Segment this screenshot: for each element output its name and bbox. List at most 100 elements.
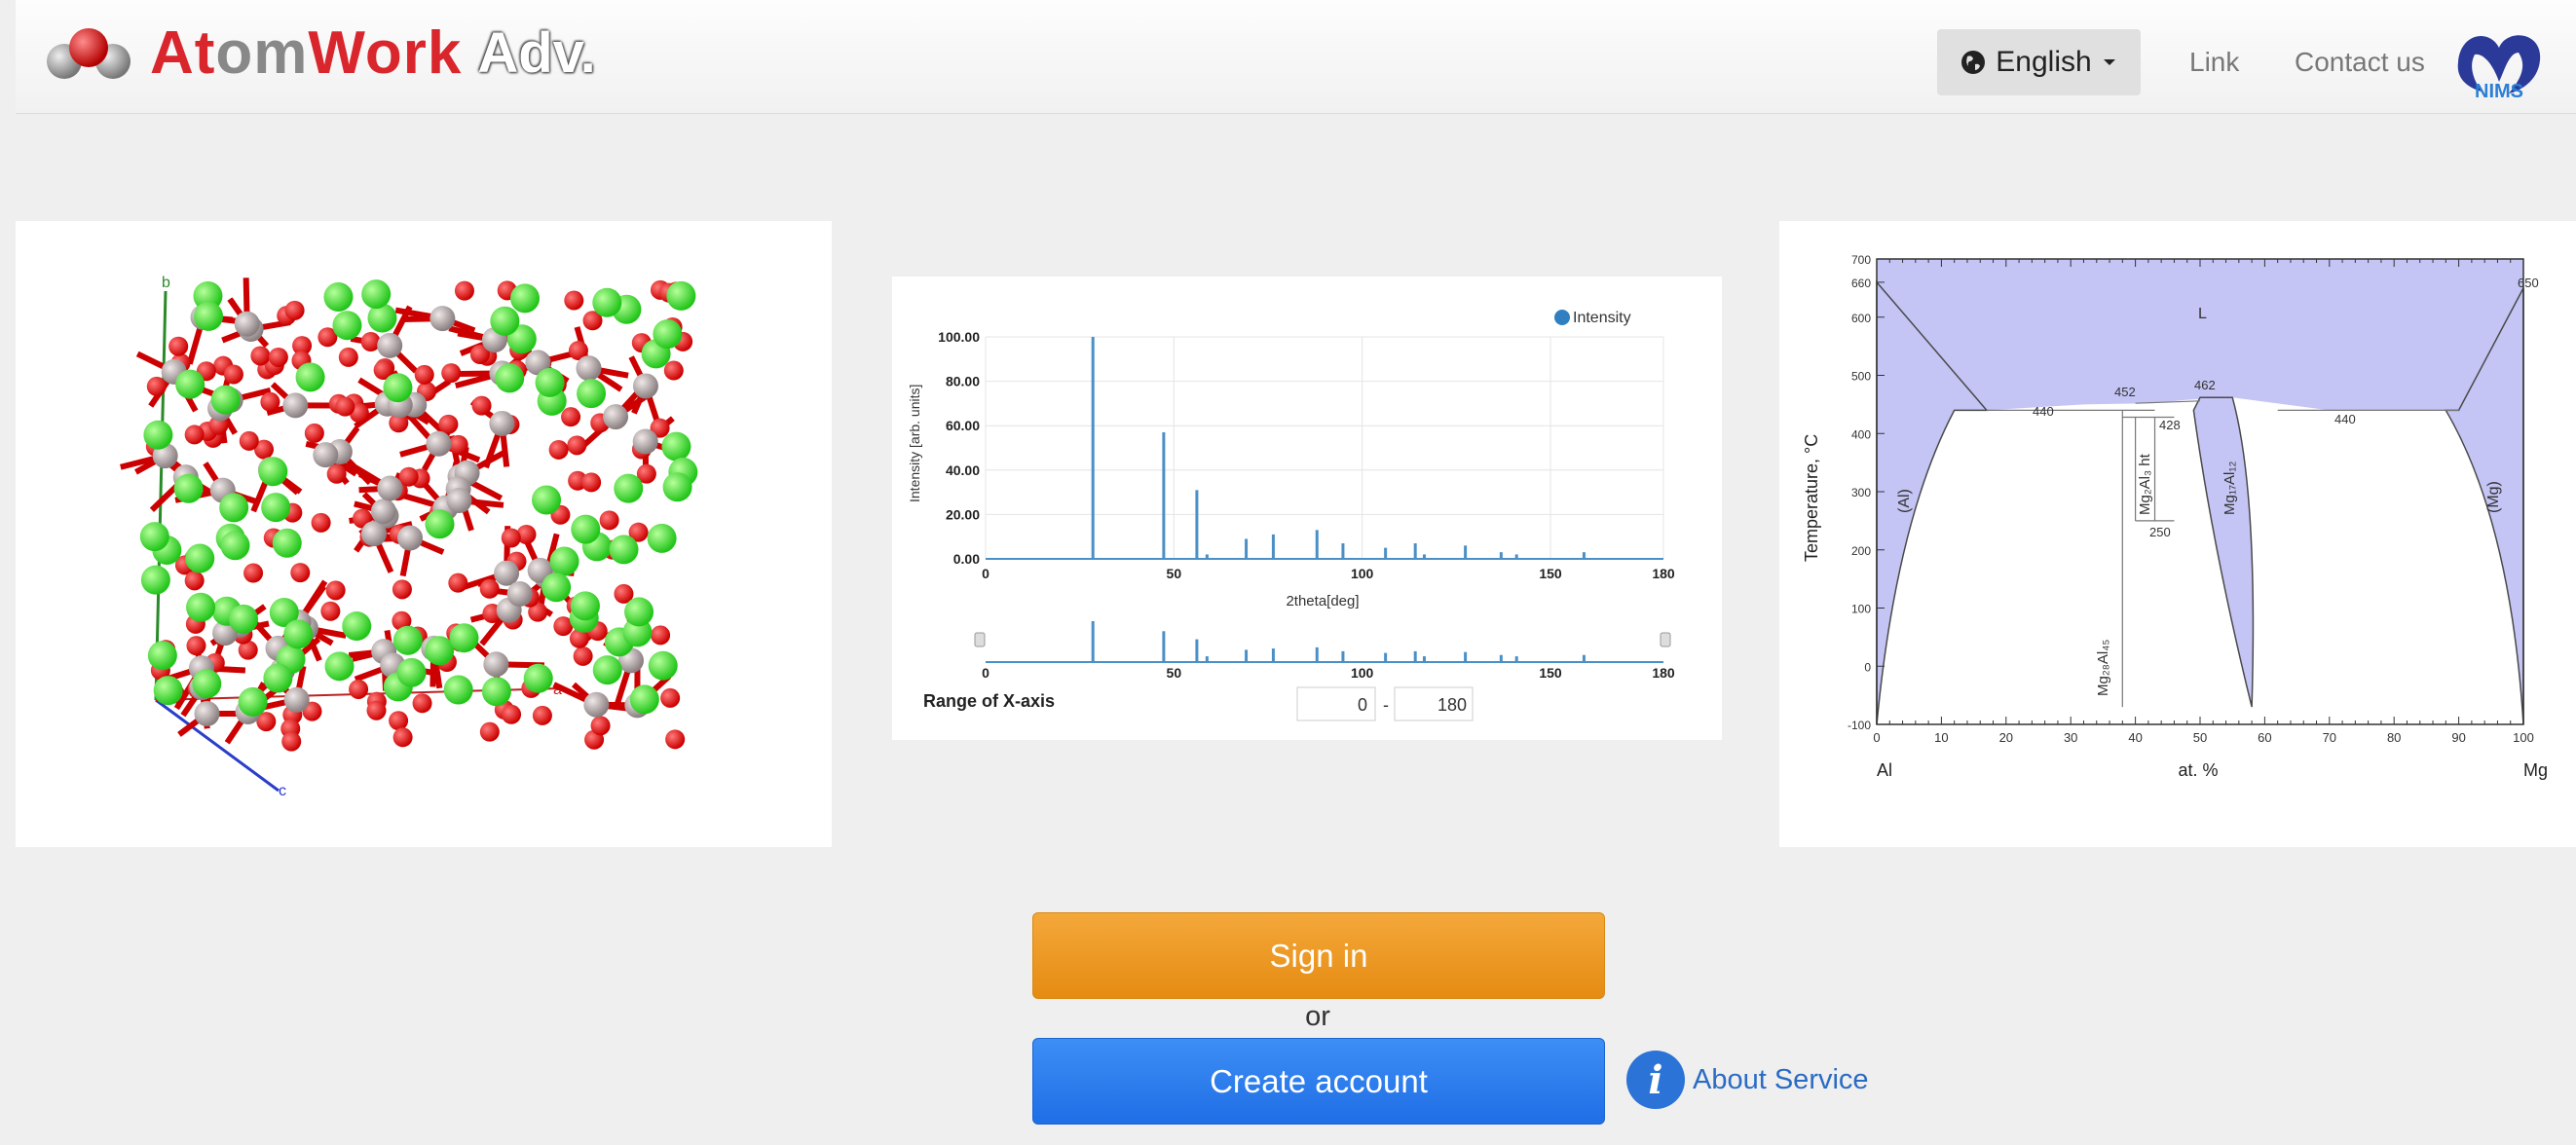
oxygen-atom xyxy=(479,578,500,599)
calcium-atom xyxy=(481,677,511,707)
silicon-atom xyxy=(632,428,658,455)
phase-xtick: 20 xyxy=(1999,730,2013,745)
oxygen-atom xyxy=(146,376,167,396)
phase-xtick: 60 xyxy=(2258,730,2271,745)
calcium-atom xyxy=(443,675,473,705)
silicon-atom xyxy=(489,410,515,436)
nav-link[interactable]: Link xyxy=(2189,47,2239,78)
calcium-atom xyxy=(258,457,288,487)
calcium-atom xyxy=(185,543,215,573)
about-service-link[interactable]: i About Service xyxy=(1626,1051,1869,1109)
silicon-atom xyxy=(377,475,403,501)
oxygen-atom xyxy=(501,528,521,548)
silicon-atom xyxy=(494,560,520,586)
silicon-atom xyxy=(429,306,456,332)
info-icon: i xyxy=(1626,1051,1685,1109)
about-service-label: About Service xyxy=(1693,1063,1869,1095)
calcium-atom xyxy=(609,535,639,565)
oxygen-atom xyxy=(590,716,611,736)
range-handle-right[interactable] xyxy=(1660,632,1671,647)
calcium-atom xyxy=(283,619,314,649)
calcium-atom xyxy=(295,362,325,392)
oxygen-atom xyxy=(366,700,387,720)
oxygen-atom xyxy=(548,439,569,460)
label-mg28al45: Mg₂₈Al₄₅ xyxy=(2095,640,2111,696)
silicon-atom xyxy=(361,521,388,547)
oxygen-atom xyxy=(599,510,619,531)
or-separator: or xyxy=(1305,1001,1330,1032)
nims-logo[interactable]: NIMS xyxy=(2450,23,2548,101)
phase-ytick: 660 xyxy=(1851,277,1871,290)
phase-ytick: 300 xyxy=(1851,486,1871,499)
phase-diagram-slide: 0 10 20 30 40 50 60 70 80 90 100 -100 0 100 200 300 400 5… xyxy=(1779,221,2576,847)
calcium-atom xyxy=(140,565,170,595)
phase-label-al: (Al) xyxy=(1896,489,1913,513)
oxygen-atom xyxy=(239,430,259,451)
language-dropdown[interactable]: English xyxy=(1937,29,2141,95)
phase-ytick: 400 xyxy=(1851,427,1871,441)
calcium-atom xyxy=(425,509,455,539)
xrd-xtick: 50 xyxy=(1167,566,1182,581)
oxygen-atom xyxy=(304,423,324,443)
label-440-right: 440 xyxy=(2334,412,2356,426)
phase-xtick: 40 xyxy=(2128,730,2142,745)
atoms-group xyxy=(120,277,698,752)
calcium-atom xyxy=(238,686,268,717)
calcium-atom xyxy=(570,591,600,621)
label-440-left: 440 xyxy=(2033,404,2054,419)
phase-xtick: 30 xyxy=(2064,730,2077,745)
logo-adv: Adv. xyxy=(477,20,596,85)
xrd-xtick: 100 xyxy=(1351,566,1374,581)
language-label: English xyxy=(1996,46,2092,78)
calcium-atom xyxy=(361,279,392,310)
silicon-atom xyxy=(603,404,629,430)
phase-xtick: 70 xyxy=(2323,730,2336,745)
phase-ytick: 100 xyxy=(1851,603,1871,616)
silicon-atom xyxy=(370,499,396,525)
calcium-atom xyxy=(332,311,362,341)
calcium-atom xyxy=(661,431,691,462)
create-account-button[interactable]: Create account xyxy=(1032,1038,1605,1125)
calcium-atom xyxy=(219,493,249,523)
calcium-atom xyxy=(324,651,355,682)
phase-xlabel: at. % xyxy=(2178,760,2218,780)
phase-label-L: L xyxy=(2198,306,2207,322)
calcium-atom xyxy=(425,636,455,666)
calcium-atom xyxy=(147,641,177,671)
oxygen-atom xyxy=(223,364,243,385)
silicon-atom xyxy=(283,686,310,713)
calcium-atom xyxy=(509,283,540,314)
xrd-xtick: 180 xyxy=(1652,566,1675,581)
silicon-atom xyxy=(194,701,220,727)
oxygen-atom xyxy=(573,646,593,666)
silicon-atom xyxy=(446,488,472,514)
oxygen-atom xyxy=(567,435,587,456)
oxygen-atom xyxy=(325,580,346,601)
oxygen-atom xyxy=(479,721,500,742)
oxygen-atom xyxy=(438,414,459,434)
legend-marker xyxy=(1554,310,1570,325)
calcium-atom xyxy=(173,473,204,503)
oxygen-atom xyxy=(168,336,189,356)
phase-xtick: 0 xyxy=(1873,730,1880,745)
sign-in-button[interactable]: Sign in xyxy=(1032,912,1605,999)
label-mg17al12: Mg₁₇Al₁₂ xyxy=(2221,462,2238,515)
atomwork-logo[interactable]: AtomWork Adv. xyxy=(43,14,596,92)
nav-contact-us[interactable]: Contact us xyxy=(2295,47,2425,78)
xrd-mini-xtick: 50 xyxy=(1167,665,1182,681)
range-handle-left[interactable] xyxy=(974,632,986,647)
oxygen-atom xyxy=(349,679,369,699)
silicon-atom xyxy=(313,442,339,468)
calcium-atom xyxy=(532,485,562,515)
silicon-atom xyxy=(632,373,658,399)
oxygen-atom xyxy=(651,625,671,646)
calcium-atom xyxy=(549,546,579,576)
xrd-ytick: 60.00 xyxy=(946,418,980,433)
silicon-atom xyxy=(397,525,424,551)
axis-c-label: c xyxy=(279,783,286,799)
label-mg2al3: Mg₂Al₃ ht xyxy=(2137,453,2153,515)
oxygen-atom xyxy=(660,687,681,708)
calcium-atom xyxy=(342,611,372,642)
silicon-atom xyxy=(583,691,610,718)
calcium-atom xyxy=(648,650,678,681)
